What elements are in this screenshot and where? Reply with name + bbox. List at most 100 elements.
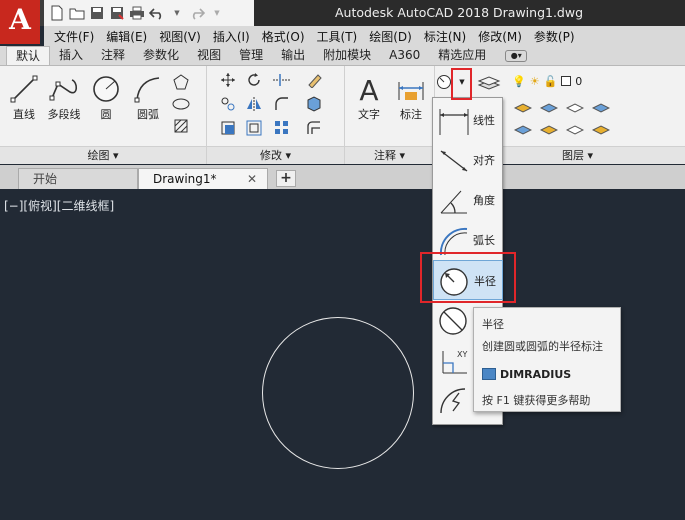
fillet-icon[interactable]: [271, 94, 293, 114]
layer-tool-icon[interactable]: [512, 96, 534, 116]
layer-tool-icon[interactable]: [590, 96, 612, 116]
layer-tool-icon[interactable]: [564, 118, 586, 138]
undo-icon[interactable]: [148, 4, 166, 22]
ribbon-tab-bar: 默认 插入 注释 参数化 视图 管理 输出 附加模块 A360 精选应用 ●▾: [0, 46, 685, 66]
menu-edit[interactable]: 编辑(E): [100, 28, 153, 45]
redo-dropdown-icon[interactable]: ▼: [208, 4, 226, 22]
layer-dropdown[interactable]: 💡 ☀ 🔓 0: [512, 72, 632, 90]
ordinate-dimension-icon: XY: [442, 350, 467, 374]
menu-format[interactable]: 格式(O): [256, 28, 311, 45]
line-label: 直线: [13, 108, 35, 121]
erase-icon[interactable]: [303, 70, 325, 90]
tab-insert[interactable]: 插入: [50, 46, 92, 65]
array-icon[interactable]: [271, 118, 293, 138]
menu-item-linear[interactable]: 线性: [433, 100, 503, 140]
stretch-icon[interactable]: [217, 118, 239, 138]
tab-annotate[interactable]: 注释: [92, 46, 134, 65]
menu-modify[interactable]: 修改(M): [472, 28, 528, 45]
annotation-panel-footer[interactable]: 注释 ▾: [345, 146, 434, 164]
app-logo-letter: A: [9, 3, 31, 36]
close-tab-icon[interactable]: ✕: [247, 169, 257, 189]
rotate-icon[interactable]: [243, 70, 265, 90]
angular-dimension-icon: [440, 190, 467, 214]
tab-a360[interactable]: A360: [380, 46, 429, 65]
tooltip-command: DIMRADIUS: [500, 368, 572, 381]
text-button[interactable]: A 文字: [347, 70, 391, 130]
save-icon[interactable]: [88, 4, 106, 22]
polyline-button[interactable]: 多段线: [42, 70, 86, 130]
menu-dimension[interactable]: 标注(N): [418, 28, 472, 45]
menu-parametric[interactable]: 参数(P): [528, 28, 581, 45]
highlight-radius-item: [420, 252, 516, 303]
ribbon: 直线 多段线 圆 圆弧 绘图 ▾ 修改 ▾ A 文字 标注 注释 ▾ ▼ 💡 ☀…: [0, 66, 685, 164]
tooltip: 半径 创建圆或圆弧的半径标注 DIMRADIUS 按 F1 键获得更多帮助: [473, 307, 621, 412]
layer-tool-icon[interactable]: [512, 118, 534, 138]
ellipse-icon[interactable]: [170, 94, 192, 114]
move-icon[interactable]: [217, 70, 239, 90]
tab-output[interactable]: 输出: [272, 46, 314, 65]
diameter-dimension-icon: [439, 307, 467, 335]
arc-icon: [134, 77, 160, 103]
tab-view[interactable]: 视图: [188, 46, 230, 65]
modify-panel-footer[interactable]: 修改 ▾: [207, 146, 344, 164]
menu-item-aligned[interactable]: 对齐: [433, 140, 503, 180]
menu-draw[interactable]: 绘图(D): [363, 28, 418, 45]
application-menu-button[interactable]: A ▼: [0, 0, 40, 55]
layer-tool-icon[interactable]: [590, 118, 612, 138]
layer-tool-icon[interactable]: [538, 118, 560, 138]
new-file-icon[interactable]: [48, 4, 66, 22]
text-label: 文字: [358, 108, 380, 121]
open-folder-icon[interactable]: [68, 4, 86, 22]
tab-addins[interactable]: 附加模块: [314, 46, 380, 65]
scale-icon[interactable]: [243, 118, 265, 138]
menu-item-angular[interactable]: 角度: [433, 180, 503, 220]
hatch-icon[interactable]: [170, 116, 192, 136]
angular-label: 角度: [473, 194, 495, 207]
viewport-controls[interactable]: [−][俯视][二维线框]: [4, 197, 114, 214]
arc-button[interactable]: 圆弧: [126, 70, 170, 130]
text-a-icon: A: [359, 74, 378, 104]
drawn-circle[interactable]: [262, 317, 414, 469]
layer-tool-icon[interactable]: [538, 96, 560, 116]
dimension-button[interactable]: 标注: [389, 70, 433, 130]
sun-icon: ☀: [529, 74, 540, 88]
tooltip-help: 按 F1 键获得更多帮助: [482, 394, 591, 407]
dimension-label: 标注: [400, 108, 422, 121]
redo-icon[interactable]: [188, 4, 206, 22]
draw-panel-footer[interactable]: 绘图 ▾: [0, 146, 206, 164]
explode-icon[interactable]: [303, 94, 325, 114]
layer-tool-icon[interactable]: [564, 96, 586, 116]
highlight-dropdown-arrow: [451, 68, 472, 100]
menu-view[interactable]: 视图(V): [153, 28, 207, 45]
tab-home[interactable]: 默认: [6, 46, 51, 65]
arc-length-label: 弧长: [473, 234, 495, 247]
layer-properties-icon[interactable]: [476, 72, 502, 92]
tab-start[interactable]: 开始: [18, 168, 138, 189]
tab-parametric[interactable]: 参数化: [134, 46, 188, 65]
menu-insert[interactable]: 插入(I): [207, 28, 256, 45]
tab-featured-apps[interactable]: 精选应用: [429, 46, 495, 65]
line-button[interactable]: 直线: [2, 70, 46, 130]
lightbulb-icon: 💡: [512, 74, 526, 88]
ribbon-options-icon[interactable]: ●▾: [505, 50, 528, 62]
new-tab-button[interactable]: +: [276, 170, 296, 187]
save-as-icon[interactable]: [108, 4, 126, 22]
document-tab-bar: 开始 Drawing1* ✕ +: [0, 165, 685, 189]
copy-icon[interactable]: [217, 94, 239, 114]
tab-manage[interactable]: 管理: [230, 46, 272, 65]
circle-button[interactable]: 圆: [84, 70, 128, 130]
circle-icon: [93, 76, 119, 102]
annotation-panel: A 文字 标注 注释 ▾: [345, 66, 435, 164]
polygon-icon[interactable]: [170, 72, 192, 92]
undo-dropdown-icon[interactable]: ▼: [168, 4, 186, 22]
menu-tools[interactable]: 工具(T): [311, 28, 364, 45]
mirror-icon[interactable]: [243, 94, 265, 114]
tab-drawing1[interactable]: Drawing1* ✕: [138, 168, 268, 189]
offset-icon[interactable]: [303, 118, 325, 138]
jogged-dimension-icon: [440, 388, 466, 414]
quick-access-toolbar: ▼ ▼: [44, 0, 254, 26]
print-icon[interactable]: [128, 4, 146, 22]
tab-drawing1-label: Drawing1*: [153, 172, 217, 186]
menu-file[interactable]: 文件(F): [44, 28, 100, 45]
trim-icon[interactable]: [271, 70, 293, 90]
